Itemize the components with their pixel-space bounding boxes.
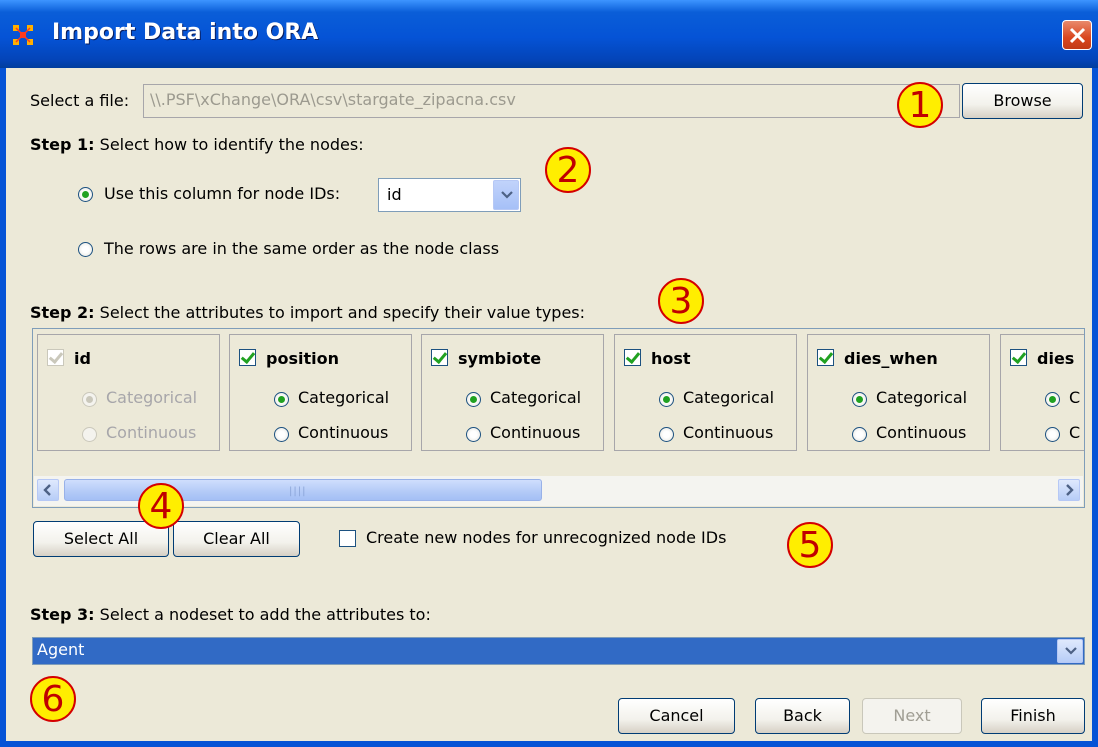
finish-button[interactable]: Finish [981,698,1085,734]
continuous-radio[interactable] [1045,427,1060,442]
chevron-left-icon [43,484,51,496]
attribute-column-dies: dies C C [1000,334,1084,451]
continuous-label: Continuous [490,423,581,442]
attribute-checkbox-dies-when[interactable] [817,349,834,366]
continuous-radio [82,427,97,442]
scroll-right-button[interactable] [1058,479,1080,501]
callout-3: 3 [658,278,704,324]
scroll-left-button[interactable] [37,479,59,501]
attribute-name: dies [1037,349,1075,368]
attribute-checkbox-dies[interactable] [1010,349,1027,366]
import-dialog: Import Data into ORA Select a file: \\.P… [0,0,1098,747]
same-order-label: The rows are in the same order as the no… [104,239,500,258]
chevron-down-icon [1065,647,1077,655]
callout-2: 2 [545,147,591,193]
node-id-column-value: id [387,185,402,204]
use-column-radio[interactable] [78,187,93,202]
step2-instruction: Step 2: Select the attributes to import … [30,303,585,322]
step3-text: Select a nodeset to add the attributes t… [99,605,431,624]
categorical-radio [82,392,97,407]
back-button[interactable]: Back [755,698,850,734]
select-file-label: Select a file: [30,91,130,110]
horizontal-scrollbar[interactable]: |||| [34,475,1083,506]
attribute-column-id: id Categorical Continuous [37,334,220,451]
categorical-radio[interactable] [274,392,289,407]
attribute-checkbox-symbiote[interactable] [431,349,448,366]
window-frame-bottom [0,741,1098,747]
chevron-right-icon [1066,484,1074,496]
categorical-label-cut: C [1069,388,1081,407]
continuous-label-cut: C [1069,423,1081,442]
attribute-checkbox-position[interactable] [239,349,256,366]
attribute-column-dies-when: dies_when Categorical Continuous [807,334,990,451]
attribute-name: position [266,349,339,368]
close-button[interactable] [1062,20,1092,50]
categorical-label: Categorical [298,388,390,407]
categorical-label: Categorical [683,388,775,407]
title-bar: Import Data into ORA [0,0,1098,68]
categorical-radio[interactable] [1045,392,1060,407]
step2-heading: Step 2: [30,303,95,322]
nodeset-value: Agent [37,640,85,659]
scrollbar-grip-icon: |||| [289,486,307,497]
clear-all-button[interactable]: Clear All [173,521,300,557]
continuous-label: Continuous [298,423,389,442]
ora-app-icon [13,25,33,45]
callout-6: 6 [30,676,76,722]
attribute-name: dies_when [844,349,938,368]
close-icon [1069,27,1086,44]
attribute-column-host: host Categorical Continuous [614,334,797,451]
window-frame-right [1092,68,1098,747]
categorical-label: Categorical [106,388,198,407]
categorical-radio[interactable] [466,392,481,407]
attribute-name: symbiote [458,349,542,368]
step3-instruction: Step 3: Select a nodeset to add the attr… [30,605,431,624]
continuous-radio[interactable] [274,427,289,442]
categorical-radio[interactable] [852,392,867,407]
node-id-column-select[interactable]: id [378,178,521,212]
window-title: Import Data into ORA [52,20,319,45]
nodeset-select[interactable]: Agent [32,637,1085,665]
callout-4: 4 [138,483,184,529]
same-order-radio[interactable] [78,242,93,257]
categorical-label: Categorical [876,388,968,407]
chevron-down-icon [501,191,513,199]
continuous-radio[interactable] [659,427,674,442]
continuous-label: Continuous [876,423,967,442]
continuous-label: Continuous [683,423,774,442]
next-button[interactable]: Next [862,698,962,734]
step1-heading: Step 1: [30,135,95,154]
nodeset-dropdown-button[interactable] [1057,639,1083,663]
continuous-radio[interactable] [852,427,867,442]
select-all-button[interactable]: Select All [33,521,169,557]
attributes-panel: id Categorical Continuous position Categ… [32,328,1085,508]
attribute-name: host [651,349,691,368]
cancel-button[interactable]: Cancel [618,698,735,734]
continuous-radio[interactable] [466,427,481,442]
attribute-checkbox-id [47,349,64,366]
continuous-label: Continuous [106,423,197,442]
step1-instruction: Step 1: Select how to identify the nodes… [30,135,364,154]
scrollbar-thumb[interactable]: |||| [64,479,542,501]
step2-text: Select the attributes to import and spec… [99,303,586,322]
create-nodes-label: Create new nodes for unrecognized node I… [366,528,727,547]
callout-5: 5 [787,522,833,568]
attribute-checkbox-host[interactable] [624,349,641,366]
attribute-column-symbiote: symbiote Categorical Continuous [421,334,604,451]
attribute-column-position: position Categorical Continuous [229,334,412,451]
use-column-label: Use this column for node IDs: [104,184,341,203]
file-path-field[interactable]: \\.PSF\xChange\ORA\csv\stargate_zipacna.… [143,84,960,118]
create-nodes-checkbox[interactable] [339,530,356,547]
window-frame-left [0,68,6,747]
categorical-radio[interactable] [659,392,674,407]
attribute-name: id [74,349,91,368]
column-dropdown-button[interactable] [493,180,519,210]
step1-text: Select how to identify the nodes: [99,135,364,154]
callout-1: 1 [897,82,943,128]
categorical-label: Categorical [490,388,582,407]
browse-button[interactable]: Browse [962,83,1083,119]
step3-heading: Step 3: [30,605,95,624]
